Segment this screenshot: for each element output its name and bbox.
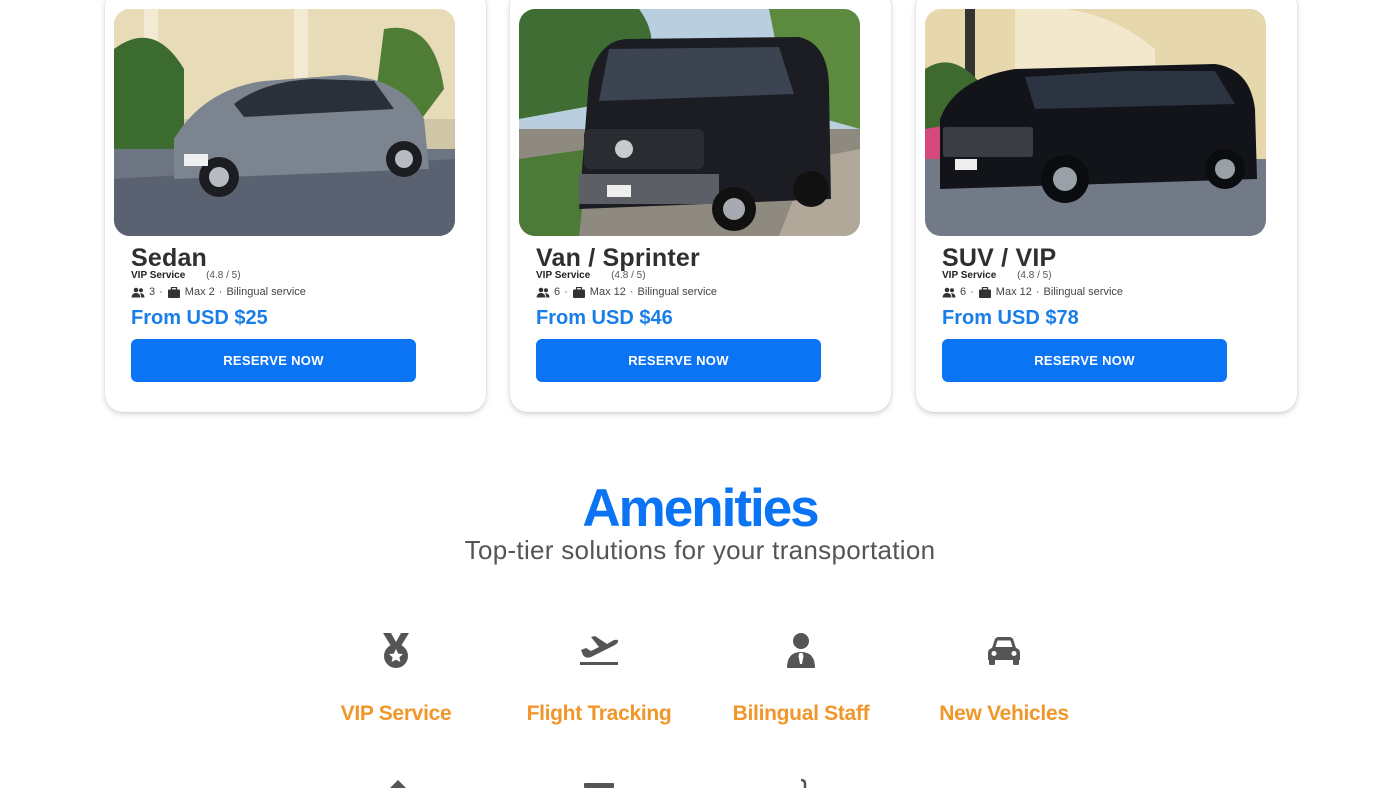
- service-rating: VIP Service (4.8 / 5): [131, 270, 241, 281]
- separator: ·: [218, 286, 223, 298]
- car-icon: [988, 637, 1020, 665]
- amenity-vip-service: VIP Service: [296, 628, 496, 726]
- amenity-bilingual-staff: Bilingual Staff: [701, 628, 901, 726]
- passenger-count: 6: [960, 286, 967, 298]
- amenity-new-vehicles: New Vehicles: [904, 628, 1104, 726]
- service-rating: VIP Service (4.8 / 5): [536, 270, 646, 281]
- amenity-flight-tracking: Flight Tracking: [499, 628, 699, 726]
- van-photo: [519, 9, 860, 236]
- suitcase-icon: [978, 286, 991, 298]
- price: From USD $78: [942, 307, 1079, 329]
- vehicle-card-suv: SUV / VIP VIP Service (4.8 / 5) 6 · Max …: [916, 0, 1297, 412]
- rating-text: (4.8 / 5): [1017, 270, 1052, 281]
- luggage-capacity: Max 12: [589, 286, 626, 298]
- suitcase-icon: [572, 286, 585, 298]
- vehicle-cards: Sedan VIP Service (4.8 / 5) 3 · Max 2 · …: [0, 0, 1400, 420]
- suitcase-icon: [167, 286, 180, 298]
- partial-icon: [800, 778, 807, 788]
- reserve-now-button[interactable]: RESERVE NOW: [131, 339, 416, 382]
- users-icon: [942, 287, 956, 297]
- vehicle-card-van: Van / Sprinter VIP Service (4.8 / 5) 6 ·…: [510, 0, 891, 412]
- price: From USD $46: [536, 307, 673, 329]
- medal-icon: [383, 633, 409, 668]
- amenity-label: VIP Service: [340, 702, 452, 725]
- users-icon: [131, 287, 145, 297]
- amenities-title: Amenities: [582, 479, 819, 538]
- vehicle-card-sedan: Sedan VIP Service (4.8 / 5) 3 · Max 2 · …: [105, 0, 486, 412]
- separator: ·: [159, 286, 163, 298]
- passenger-count: 3: [149, 286, 156, 298]
- partial-icon: [390, 780, 406, 788]
- sedan-photo: [114, 9, 455, 236]
- users-icon: [536, 287, 550, 297]
- separator: ·: [970, 286, 974, 298]
- passenger-count: 6: [554, 286, 561, 298]
- rating-text: (4.8 / 5): [611, 270, 646, 281]
- luggage-capacity: Max 12: [995, 286, 1032, 298]
- separator: ·: [629, 286, 634, 298]
- plane-departure-icon: [580, 636, 619, 665]
- rating-text: (4.8 / 5): [206, 270, 241, 281]
- separator: ·: [564, 286, 568, 298]
- service-label: VIP Service: [942, 270, 997, 281]
- service-rating: VIP Service (4.8 / 5): [942, 270, 1052, 281]
- price: From USD $25: [131, 307, 268, 329]
- extra-feature: Bilingual service: [637, 286, 718, 298]
- suv-photo: [925, 9, 1266, 236]
- extra-feature: Bilingual service: [1043, 286, 1124, 298]
- separator: ·: [1035, 286, 1040, 298]
- service-label: VIP Service: [131, 270, 186, 281]
- vehicle-name: Van / Sprinter: [536, 244, 700, 272]
- amenity-label: Bilingual Staff: [732, 702, 870, 725]
- reserve-now-button[interactable]: RESERVE NOW: [536, 339, 821, 382]
- luggage-capacity: Max 2: [184, 286, 215, 298]
- capacity-info: 6 · Max 12 · Bilingual service: [942, 286, 1123, 298]
- vehicle-name: SUV / VIP: [942, 244, 1057, 272]
- extra-feature: Bilingual service: [226, 286, 306, 298]
- amenity-label: Flight Tracking: [526, 702, 672, 725]
- capacity-info: 6 · Max 12 · Bilingual service: [536, 286, 717, 298]
- partial-icon: [584, 783, 614, 788]
- user-tie-icon: [787, 633, 815, 668]
- capacity-info: 3 · Max 2 · Bilingual service: [131, 286, 306, 298]
- amenity-label: New Vehicles: [939, 702, 1069, 725]
- service-label: VIP Service: [536, 270, 591, 281]
- vehicle-name: Sedan: [131, 244, 208, 272]
- reserve-now-button[interactable]: RESERVE NOW: [942, 339, 1227, 382]
- amenities-subtitle: Top-tier solutions for your transportati…: [464, 535, 936, 565]
